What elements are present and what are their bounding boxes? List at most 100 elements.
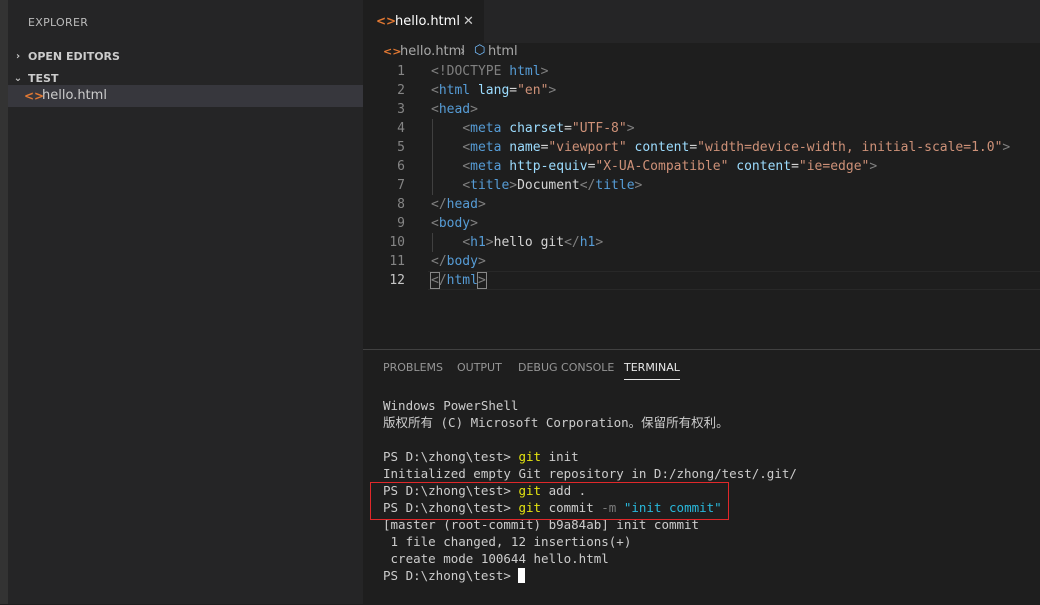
line-number: 2 [397,83,405,98]
code-token: = [509,83,518,98]
code-line[interactable]: 2 <html lang="en"> [363,81,1040,100]
terminal-token: 版权所有 (C) Microsoft Corporation。保留所有权利。 [383,415,729,430]
explorer-sidebar: EXPLORER › OPEN EDITORS ⌄ TEST <> hello.… [8,0,363,604]
terminal-line: 版权所有 (C) Microsoft Corporation。保留所有权利。 [383,414,797,431]
highlight-annotation-box [370,482,729,520]
breadcrumb: <> hello.html › ⬡ html [363,43,1040,63]
code-token: content [634,140,690,155]
code-line[interactable]: 11 </body> [363,252,1040,271]
code-token: < [462,121,471,136]
code-token: > [470,216,478,231]
code-token: = [689,140,698,155]
close-icon[interactable]: ✕ [463,14,474,29]
line-number: 11 [389,254,405,269]
code-token: > [540,64,549,79]
code-token: hello git [493,235,565,250]
code-token: </ [431,197,447,212]
code-line[interactable]: 8 </head> [363,195,1040,214]
code-token: "UTF-8" [571,121,627,136]
code-token: > [548,83,557,98]
code-token: "width=device-width, initial-scale=1.0" [697,140,1003,155]
tab-output[interactable]: OUTPUT [457,361,502,374]
code-token: body [446,254,478,269]
code-token: < [430,272,440,289]
terminal-line: 1 file changed, 12 insertions(+) [383,533,797,550]
terminal-token: Initialized empty Git repository in D:/z… [383,466,797,481]
terminal-token: Windows PowerShell [383,398,519,413]
tab-terminal[interactable]: TERMINAL [624,361,680,380]
code-token: > [626,121,635,136]
code-token: http-equiv [509,159,588,174]
code-token: > [477,197,486,212]
line-number: 1 [397,64,405,79]
line-number: 3 [397,102,405,117]
code-token: charset [509,121,565,136]
code-token: < [431,102,439,117]
line-content: <body> [431,214,478,233]
code-token: > [509,178,518,193]
file-label: hello.html [42,88,107,103]
code-token: </ [431,254,447,269]
code-token: < [462,159,471,174]
terminal-token: init [541,449,579,464]
chevron-right-icon: › [460,44,466,59]
file-item-hello-html[interactable]: <> hello.html [8,85,363,107]
terminal-cursor [518,568,526,583]
breadcrumb-element[interactable]: html [488,44,518,59]
tab-hello-html[interactable]: <> hello.html ✕ [363,0,484,43]
code-token: > [485,235,494,250]
code-line[interactable]: 9 <body> [363,214,1040,233]
code-token: < [431,83,439,98]
code-token: Document [517,178,580,193]
code-line[interactable]: 10 <h1>hello git</h1> [363,233,1040,252]
code-token: meta [470,159,502,174]
line-number: 5 [397,140,405,155]
code-token: < [431,216,439,231]
code-token: = [564,121,572,136]
code-token: = [791,159,799,174]
code-token: html [438,83,471,98]
code-token: title [470,178,510,193]
terminal-line: create mode 100644 hello.html [383,550,797,567]
line-number: 9 [397,216,405,231]
code-token: meta [470,121,502,136]
code-line[interactable]: 5 <meta name="viewport" content="width=d… [363,138,1040,157]
element-cube-icon: ⬡ [474,43,486,58]
terminal-line: Windows PowerShell [383,397,797,414]
terminal-line: Initialized empty Git repository in D:/z… [383,465,797,482]
code-token: html [509,64,541,79]
line-content: </head> [431,195,486,214]
code-line[interactable]: 12 </html> [363,271,1040,290]
code-line[interactable]: 6 <meta http-equiv = "X-UA-Compatible" con… [363,157,1040,176]
code-line[interactable]: 4 <meta charset="UTF-8"> [363,119,1040,138]
tab-problems[interactable]: PROBLEMS [383,361,443,374]
code-line[interactable]: 1 <!DOCTYPE html> [363,62,1040,81]
code-token: head [438,102,471,117]
code-line[interactable]: 3 <head> [363,100,1040,119]
code-token: html [446,273,478,288]
code-token: "X-UA-Compatible" [595,159,729,174]
code-token: "en" [517,83,549,98]
code-line[interactable]: 7 <title>Document</title> [363,176,1040,195]
line-number: 8 [397,197,405,212]
code-token: <!DOCTYPE [431,64,510,79]
code-token: lang [477,83,510,98]
tab-debug-console[interactable]: DEBUG CONSOLE [518,361,614,374]
code-token: < [462,235,471,250]
line-number: 10 [389,235,405,250]
code-editor[interactable]: 1 <!DOCTYPE html> 2 <html lang="en"> 3 <head>… [363,62,1040,290]
breadcrumb-file[interactable]: hello.html [400,44,465,59]
code-token: name [509,140,541,155]
code-token: < [462,140,471,155]
line-content: <meta name="viewport" content="width=dev… [431,138,1010,157]
folder-label: TEST [28,72,59,85]
open-editors-section[interactable]: › OPEN EDITORS [8,46,363,68]
code-token: < [462,178,471,193]
code-token: h1 [470,235,486,250]
editor-area: <> hello.html ✕ <> hello.html › ⬡ html 1… [363,0,1040,605]
code-token: > [634,178,643,193]
terminal-token: 1 file changed, 12 insertions(+) [383,534,632,549]
